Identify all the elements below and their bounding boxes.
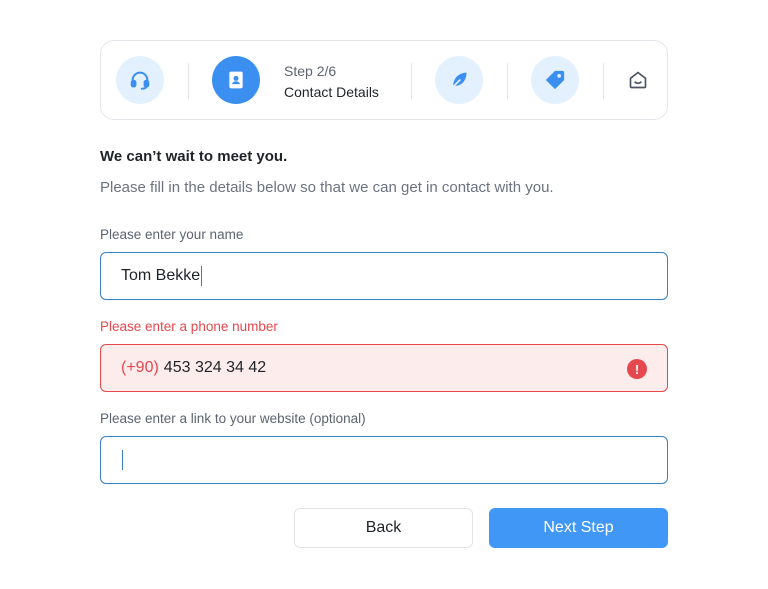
error-icon: ! bbox=[627, 359, 647, 379]
step-home[interactable] bbox=[627, 69, 649, 91]
name-label: Please enter your name bbox=[100, 227, 244, 242]
step-separator bbox=[603, 63, 604, 99]
step-counter: Step 2/6 bbox=[284, 63, 337, 79]
step-tag[interactable] bbox=[531, 56, 579, 104]
step-leaf[interactable] bbox=[435, 56, 483, 104]
step-support[interactable] bbox=[116, 56, 164, 104]
step-separator bbox=[507, 63, 508, 99]
page-heading: We can’t wait to meet you. bbox=[100, 148, 288, 165]
text-caret bbox=[122, 450, 123, 470]
name-value: Tom Bekke bbox=[121, 267, 201, 284]
current-step-info: Step 2/6 Contact Details bbox=[284, 62, 379, 101]
next-step-button[interactable]: Next Step bbox=[489, 508, 668, 548]
step-title: Contact Details bbox=[284, 84, 379, 100]
leaf-icon bbox=[451, 72, 467, 89]
step-separator bbox=[411, 63, 412, 99]
headset-icon bbox=[130, 71, 150, 90]
page-subheading: Please fill in the details below so that… bbox=[100, 179, 554, 196]
website-field[interactable] bbox=[100, 436, 668, 484]
step-separator bbox=[188, 63, 189, 99]
phone-prefix: (+90) bbox=[121, 359, 159, 376]
tag-icon bbox=[545, 70, 565, 90]
text-caret bbox=[201, 266, 203, 286]
phone-label: Please enter a phone number bbox=[100, 319, 278, 334]
phone-value: 453 324 34 42 bbox=[163, 359, 267, 376]
contact-book-icon bbox=[229, 71, 243, 89]
phone-field[interactable]: (+90) 453 324 34 42 ! bbox=[100, 344, 668, 392]
name-field[interactable]: Tom Bekke bbox=[100, 252, 668, 300]
back-button[interactable]: Back bbox=[294, 508, 473, 548]
progress-stepper: Step 2/6 Contact Details bbox=[100, 40, 668, 120]
home-icon bbox=[629, 71, 647, 89]
website-label: Please enter a link to your website (opt… bbox=[100, 411, 366, 426]
step-contact-details[interactable] bbox=[212, 56, 260, 104]
